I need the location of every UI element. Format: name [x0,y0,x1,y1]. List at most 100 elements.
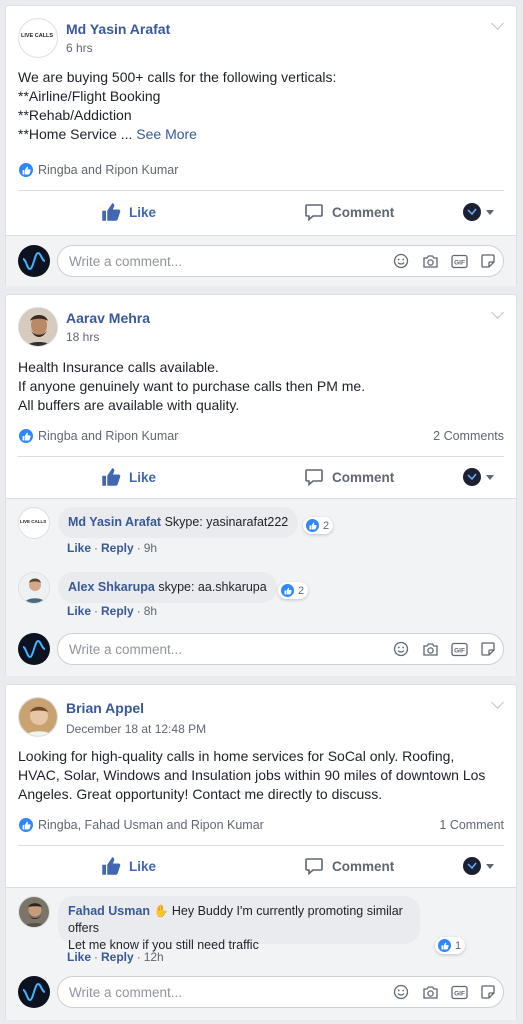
gif-icon[interactable]: GIF [450,252,468,270]
comment-button[interactable]: Comment [304,856,394,876]
post-card: LIVE CALLS Md Yasin Arafat 6 hrs We are … [5,5,517,286]
my-avatar[interactable] [18,976,50,1008]
comment-reply-link[interactable]: Reply [101,950,134,964]
comments-section: Fahad Usman ✋ Hey Buddy I'm currently pr… [6,888,516,1020]
post-body: Looking for high-quality calls in home s… [18,748,486,802]
comment-icon [305,858,323,876]
svg-text:GIF: GIF [454,647,465,654]
sticker-icon[interactable] [479,640,497,658]
reactions-summary[interactable]: Ringba and Ripon Kumar [18,162,178,178]
like-reaction-icon [18,817,34,833]
comment-like-link[interactable]: Like [67,541,91,555]
comment-time[interactable]: 8h [144,604,157,618]
audience-selector[interactable] [463,857,494,875]
comments-section: LIVE CALLS Md Yasin Arafat Skype: yasina… [6,499,516,676]
comment-composer-area: Write a comment... GIF [6,236,516,286]
post-author[interactable]: Md Yasin Arafat [66,21,170,37]
gif-icon[interactable]: GIF [450,640,468,658]
profile-icon [463,203,481,221]
reactions-summary[interactable]: Ringba, Fahad Usman and Ripon Kumar [18,817,264,833]
like-reaction-icon [437,938,452,953]
profile-icon [463,857,481,875]
like-button[interactable]: Like [101,856,156,876]
post-author[interactable]: Aarav Mehra [66,310,150,326]
like-reaction-icon [18,162,34,178]
comment-bubble: Md Yasin Arafat Skype: yasinarafat222 [58,507,299,538]
camera-icon[interactable] [421,640,439,658]
chevron-down-icon[interactable] [491,306,504,319]
camera-icon[interactable] [421,252,439,270]
comment-reaction-count[interactable]: 2 [303,517,334,534]
commenter-avatar[interactable]: LIVE CALLS [18,507,50,539]
author-avatar[interactable]: LIVE CALLS [18,18,58,58]
comment-input[interactable]: Write a comment... GIF [57,976,504,1008]
author-avatar[interactable] [18,307,58,347]
camera-icon[interactable] [421,983,439,1001]
thumbs-up-icon [102,857,121,875]
emoji-icon[interactable] [392,640,410,658]
comment-time[interactable]: 9h [144,541,157,555]
comment-text: skype: aa.shkarupa [154,580,267,594]
comment-input[interactable]: Write a comment... GIF [57,633,504,665]
comment-like-link[interactable]: Like [67,604,91,618]
post-time[interactable]: December 18 at 12:48 PM [66,722,206,736]
divider [18,456,504,457]
audience-selector[interactable] [463,468,494,486]
comments-count[interactable]: 1 Comment [439,818,504,832]
post-author[interactable]: Brian Appel [66,700,144,716]
my-avatar[interactable] [18,633,50,665]
live-calls-logo: LIVE CALLS [20,519,47,524]
author-avatar[interactable] [18,697,58,737]
caret-down-icon [486,474,494,480]
commenter-name[interactable]: Alex Shkarupa [68,580,155,594]
like-button[interactable]: Like [101,467,156,487]
reactions-summary[interactable]: Ringba and Ripon Kumar [18,428,178,444]
comment-reply-link[interactable]: Reply [101,541,134,555]
comment-reply-link[interactable]: Reply [101,604,134,618]
commenter-avatar[interactable] [18,896,50,928]
profile-icon [463,468,481,486]
like-reaction-icon [18,428,34,444]
chevron-down-icon[interactable] [491,696,504,709]
post-time[interactable]: 6 hrs [66,41,93,55]
comment-meta: Like · Reply · 9h [67,541,158,555]
post-time[interactable]: 18 hrs [66,330,99,344]
comment-icon [305,204,323,222]
comment-like-link[interactable]: Like [67,950,91,964]
post-body: Health Insurance calls available. If any… [18,359,366,413]
comments-count[interactable]: 2 Comments [433,429,504,443]
comment-meta: Like · Reply · 12h [67,950,164,964]
see-more-link[interactable]: See More [136,126,197,142]
commenter-name[interactable]: Md Yasin Arafat [68,515,161,529]
comment-reaction-count[interactable]: 2 [278,582,309,599]
comment-icon [305,469,323,487]
thumbs-up-icon [102,203,121,221]
chevron-down-icon[interactable] [491,17,504,30]
like-reaction-icon [280,583,295,598]
comment-button[interactable]: Comment [304,202,394,222]
sticker-icon[interactable] [479,252,497,270]
audience-selector[interactable] [463,203,494,221]
divider [18,190,504,191]
comment-input[interactable]: Write a comment... GIF [57,245,504,277]
divider [18,845,504,846]
sticker-icon[interactable] [479,983,497,1001]
post-body: We are buying 500+ calls for the followi… [18,69,337,142]
gif-icon[interactable]: GIF [450,983,468,1001]
like-button[interactable]: Like [101,202,156,222]
my-avatar[interactable] [18,245,50,277]
commenter-avatar[interactable] [18,572,50,604]
comment-time[interactable]: 12h [144,950,164,964]
emoji-icon[interactable] [392,252,410,270]
comment-bubble: Fahad Usman ✋ Hey Buddy I'm currently pr… [58,896,420,952]
svg-text:GIF: GIF [454,259,465,266]
comment-reaction-count[interactable]: 1 [435,937,466,954]
comment-bubble: Alex Shkarupa skype: aa.shkarupa [58,572,277,603]
comment-button[interactable]: Comment [304,467,394,487]
caret-down-icon [486,209,494,215]
commenter-name[interactable]: Fahad Usman [68,904,150,918]
post-card: Brian Appel December 18 at 12:48 PM Look… [5,684,517,1020]
post-card: Aarav Mehra 18 hrs Health Insurance call… [5,294,517,676]
svg-text:GIF: GIF [454,990,465,997]
emoji-icon[interactable] [392,983,410,1001]
